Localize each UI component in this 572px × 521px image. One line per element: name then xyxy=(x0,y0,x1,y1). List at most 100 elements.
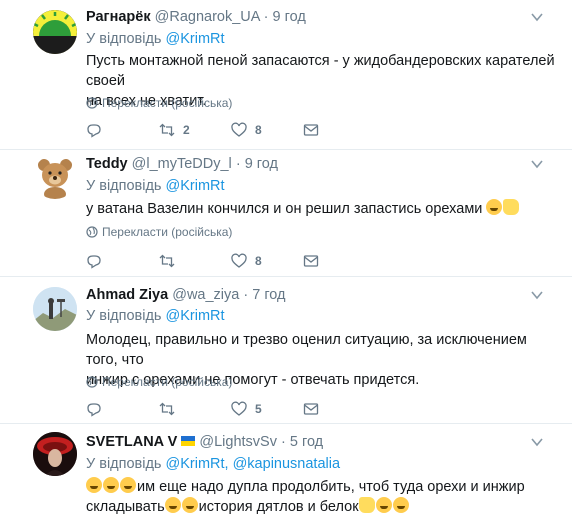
globe-icon xyxy=(86,97,98,109)
tweet-4[interactable]: SVETLANA V @LightsvSv · 5 год У відповід… xyxy=(0,424,572,521)
message-button[interactable] xyxy=(303,400,319,418)
message-icon xyxy=(303,255,319,267)
message-button[interactable] xyxy=(303,252,319,270)
like-icon xyxy=(231,401,247,416)
laughing-emoji-icon xyxy=(392,497,409,513)
tweet-1[interactable]: Рагнарёк @Ragnarok_UA · 9 год У відповід… xyxy=(0,0,572,150)
mention-link[interactable]: @KrimRt xyxy=(166,178,225,194)
thumbs-up-emoji-icon xyxy=(503,199,520,215)
like-count: 8 xyxy=(255,254,262,268)
user-handle[interactable]: @wa_ziya xyxy=(172,287,239,303)
mention-link[interactable]: @KrimRt xyxy=(166,308,225,324)
separator-dot: · xyxy=(281,434,286,450)
separator-dot: · xyxy=(243,287,249,303)
reply-context: У відповідь @KrimRt xyxy=(86,178,225,194)
tweet-text-line: у ватана Вазелин кончился и он решил зап… xyxy=(86,201,483,217)
like-count: 5 xyxy=(255,402,262,416)
translate-label[interactable]: Перекласти (російська) xyxy=(102,375,232,389)
like-icon xyxy=(231,122,247,137)
mention-link[interactable]: @KrimRt xyxy=(166,31,225,47)
reply-context: У відповідь @KrimRt xyxy=(86,308,225,324)
message-icon xyxy=(303,124,319,136)
laughing-emoji-icon xyxy=(120,477,136,493)
tweet-header: Ahmad Ziya @wa_ziya · 7 год xyxy=(86,287,286,303)
retweet-count: 2 xyxy=(183,123,190,137)
like-button[interactable]: 8 xyxy=(231,252,262,270)
tweet-2[interactable]: Teddy @l_myTeDDy_l · 9 год У відповідь @… xyxy=(0,150,572,277)
user-handle[interactable]: @Ragnarok_UA xyxy=(155,9,260,25)
avatar[interactable] xyxy=(33,287,77,331)
tweet-header: Teddy @l_myTeDDy_l · 9 год xyxy=(86,156,278,172)
laughing-emoji-icon xyxy=(103,477,119,493)
globe-icon xyxy=(86,376,98,388)
translate-link[interactable]: Перекласти (російська) xyxy=(86,375,232,389)
tweet-text-line: история дятлов и белок xyxy=(198,499,359,515)
separator-dot: · xyxy=(235,156,241,172)
retweet-icon xyxy=(159,254,175,268)
reply-context: У відповідь @KrimRt xyxy=(86,31,225,47)
timestamp[interactable]: 9 год xyxy=(245,156,278,172)
user-handle[interactable]: @l_myTeDDy_l xyxy=(132,156,232,172)
reply-prefix: У відповідь xyxy=(86,31,162,47)
display-name[interactable]: Рагнарёк xyxy=(86,9,151,25)
retweet-button[interactable] xyxy=(159,252,175,270)
timestamp[interactable]: 7 год xyxy=(252,287,285,303)
like-button[interactable]: 5 xyxy=(231,400,262,418)
reply-icon xyxy=(87,403,101,417)
tweet-header: SVETLANA V @LightsvSv · 5 год xyxy=(86,434,323,450)
laughing-emoji-icon xyxy=(486,199,503,215)
reply-button[interactable] xyxy=(86,121,102,139)
chevron-down-icon[interactable] xyxy=(530,157,544,171)
tweet-text: им еще надо дупла продолбить, чтоб туда … xyxy=(86,477,556,517)
retweet-icon xyxy=(159,402,175,416)
avatar[interactable] xyxy=(33,155,77,199)
retweet-icon xyxy=(159,123,175,137)
mention-link[interactable]: @KrimRt, @kapinusnatalia xyxy=(166,456,341,472)
reply-icon xyxy=(87,124,101,138)
reply-prefix: У відповідь xyxy=(86,308,162,324)
like-count: 8 xyxy=(255,123,262,137)
reply-button[interactable] xyxy=(86,252,102,270)
like-button[interactable]: 8 xyxy=(231,121,262,139)
laughing-emoji-icon xyxy=(375,497,392,513)
tweet-text-line: Молодец, правильно и трезво оценил ситуа… xyxy=(86,332,527,368)
tweet-text-line: Пусть монтажной пеной запасаются - у жид… xyxy=(86,53,555,89)
message-icon xyxy=(303,403,319,415)
translate-link[interactable]: Перекласти (російська) xyxy=(86,96,232,110)
retweet-button[interactable]: 2 xyxy=(159,121,190,139)
tweet-3[interactable]: Ahmad Ziya @wa_ziya · 7 год У відповідь … xyxy=(0,277,572,424)
ukraine-flag-icon xyxy=(181,436,196,446)
laughing-emoji-icon xyxy=(164,497,181,513)
translate-label[interactable]: Перекласти (російська) xyxy=(102,96,232,110)
translate-label[interactable]: Перекласти (російська) xyxy=(102,225,232,239)
tweet-text-line: складывать xyxy=(86,499,165,515)
thumbs-up-emoji-icon xyxy=(358,497,375,513)
chevron-down-icon[interactable] xyxy=(530,288,544,302)
timestamp[interactable]: 9 год xyxy=(273,9,306,25)
timestamp[interactable]: 5 год xyxy=(290,434,323,450)
laughing-emoji-icon xyxy=(86,477,102,493)
retweet-button[interactable] xyxy=(159,400,175,418)
translate-link[interactable]: Перекласти (російська) xyxy=(86,225,232,239)
display-name[interactable]: SVETLANA V xyxy=(86,434,177,450)
tweet-header: Рагнарёк @Ragnarok_UA · 9 год xyxy=(86,9,306,25)
display-name[interactable]: Teddy xyxy=(86,156,128,172)
avatar[interactable] xyxy=(33,432,77,476)
reply-icon xyxy=(87,255,101,269)
reply-context: У відповідь @KrimRt, @kapinusnatalia xyxy=(86,456,340,472)
laughing-emoji-icon xyxy=(181,497,198,513)
globe-icon xyxy=(86,226,98,238)
message-button[interactable] xyxy=(303,121,319,139)
reply-prefix: У відповідь xyxy=(86,178,162,194)
tweet-text: у ватана Вазелин кончился и он решил зап… xyxy=(86,199,556,219)
user-handle[interactable]: @LightsvSv xyxy=(199,434,277,450)
tweet-text-line: им еще надо дупла продолбить, чтоб туда … xyxy=(137,479,525,495)
like-icon xyxy=(231,253,247,268)
reply-prefix: У відповідь xyxy=(86,456,162,472)
display-name[interactable]: Ahmad Ziya xyxy=(86,287,168,303)
avatar[interactable] xyxy=(33,10,77,54)
separator-dot: · xyxy=(263,9,269,25)
chevron-down-icon[interactable] xyxy=(530,435,544,449)
reply-button[interactable] xyxy=(86,400,102,418)
chevron-down-icon[interactable] xyxy=(530,10,544,24)
